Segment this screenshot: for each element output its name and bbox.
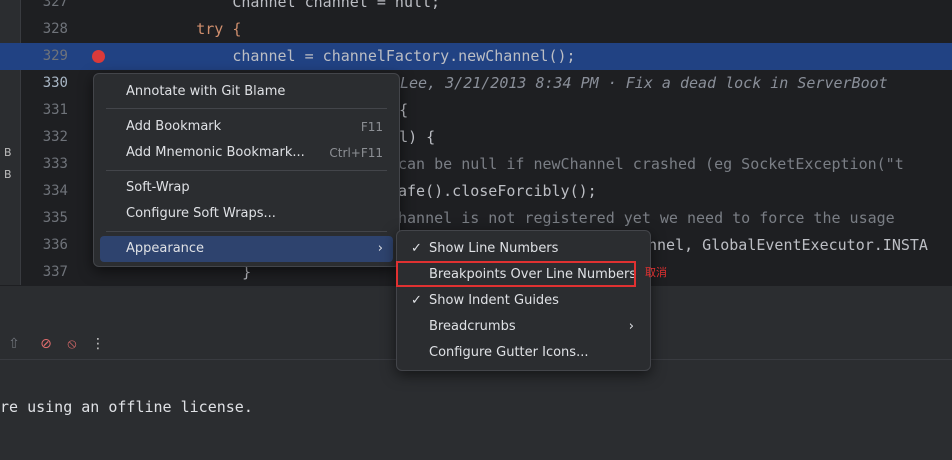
editor-gutter-context-menu: Annotate with Git Blame Add Bookmark F11…: [93, 73, 400, 267]
menu-separator: [106, 170, 387, 171]
line-number: 336: [42, 237, 68, 253]
console-line: re using an offline license.: [0, 398, 253, 416]
line-number: 327: [42, 0, 68, 10]
line-number: 337: [42, 264, 68, 280]
menu-item-shortcut: F11: [360, 120, 383, 134]
menu-item-appearance[interactable]: Appearance ›: [100, 236, 393, 262]
menu-item-add-bookmark[interactable]: Add Bookmark F11: [100, 114, 393, 140]
check-icon: ✓: [411, 293, 422, 308]
line-number: 328: [42, 21, 68, 37]
code-text: channel = channelFactory.newChannel();: [124, 47, 576, 65]
menu-item-label: Soft-Wrap: [126, 180, 190, 195]
menu-separator: [106, 231, 387, 232]
console-output: re using an offline license.: [0, 360, 952, 460]
menu-item-show-indent-guides[interactable]: ✓ Show Indent Guides: [403, 288, 644, 314]
menu-item-label: Add Bookmark: [126, 119, 222, 134]
mute-breakpoints-icon[interactable]: ⦸: [62, 334, 82, 354]
code-comment: can be null if newChannel crashed (eg So…: [398, 155, 904, 173]
menu-separator: [106, 108, 387, 109]
line-number: 333: [42, 156, 68, 172]
breakpoints-icon[interactable]: ⊘: [36, 334, 56, 354]
menu-item-label: Configure Gutter Icons...: [429, 345, 589, 360]
menu-item-label: Annotate with Git Blame: [126, 84, 286, 99]
menu-item-label: Show Indent Guides: [429, 293, 559, 308]
code-text: afe().closeForcibly();: [398, 182, 597, 200]
code-text: try {: [124, 20, 242, 38]
line-number: 335: [42, 210, 68, 226]
chevron-right-icon: ›: [628, 319, 634, 334]
menu-item-shortcut: Ctrl+F11: [329, 146, 383, 160]
menu-item-configure-gutter-icons[interactable]: Configure Gutter Icons...: [403, 340, 644, 366]
code-line[interactable]: 327 Channel channel = null;: [0, 0, 952, 16]
line-number: 329: [42, 48, 68, 64]
chevron-right-icon: ›: [377, 241, 383, 256]
menu-item-label: Configure Soft Wraps...: [126, 206, 276, 221]
code-line-highlighted[interactable]: 329 channel = channelFactory.newChannel(…: [0, 43, 952, 70]
code-text: Channel channel = null;: [124, 0, 441, 11]
more-options-icon[interactable]: ⋮: [88, 334, 108, 354]
code-comment: hannel is not registered yet we need to …: [398, 209, 895, 227]
breakpoint-icon[interactable]: [92, 50, 105, 63]
menu-item-soft-wrap[interactable]: Soft-Wrap: [100, 175, 393, 201]
highlight-box: [396, 261, 636, 287]
annotation-note: 取消: [645, 266, 667, 279]
menu-item-label: Appearance: [126, 241, 205, 256]
line-number: 331: [42, 102, 68, 118]
menu-item-annotate-git-blame[interactable]: Annotate with Git Blame: [100, 79, 393, 105]
line-number: 334: [42, 183, 68, 199]
line-number: 332: [42, 129, 68, 145]
menu-item-label: Show Line Numbers: [429, 241, 559, 256]
line-number: 330: [42, 75, 68, 91]
menu-item-breadcrumbs[interactable]: Breadcrumbs ›: [403, 314, 644, 340]
menu-item-label: Add Mnemonic Bookmark...: [126, 145, 305, 160]
appearance-submenu: ✓ Show Line Numbers Breakpoints Over Lin…: [396, 230, 651, 371]
menu-item-configure-soft-wraps[interactable]: Configure Soft Wraps...: [100, 201, 393, 227]
menu-item-label: Breadcrumbs: [429, 319, 516, 334]
code-text: nnel, GlobalEventExecutor.INSTA: [648, 236, 928, 254]
code-line[interactable]: 328 try {: [0, 16, 952, 43]
menu-item-show-line-numbers[interactable]: ✓ Show Line Numbers: [403, 236, 644, 262]
menu-item-add-mnemonic-bookmark[interactable]: Add Mnemonic Bookmark... Ctrl+F11: [100, 140, 393, 166]
upload-icon[interactable]: ⇧: [4, 334, 24, 354]
git-blame-annotation: Lee, 3/21/2013 8:34 PM · Fix a dead lock…: [400, 74, 888, 92]
check-icon: ✓: [411, 241, 422, 256]
